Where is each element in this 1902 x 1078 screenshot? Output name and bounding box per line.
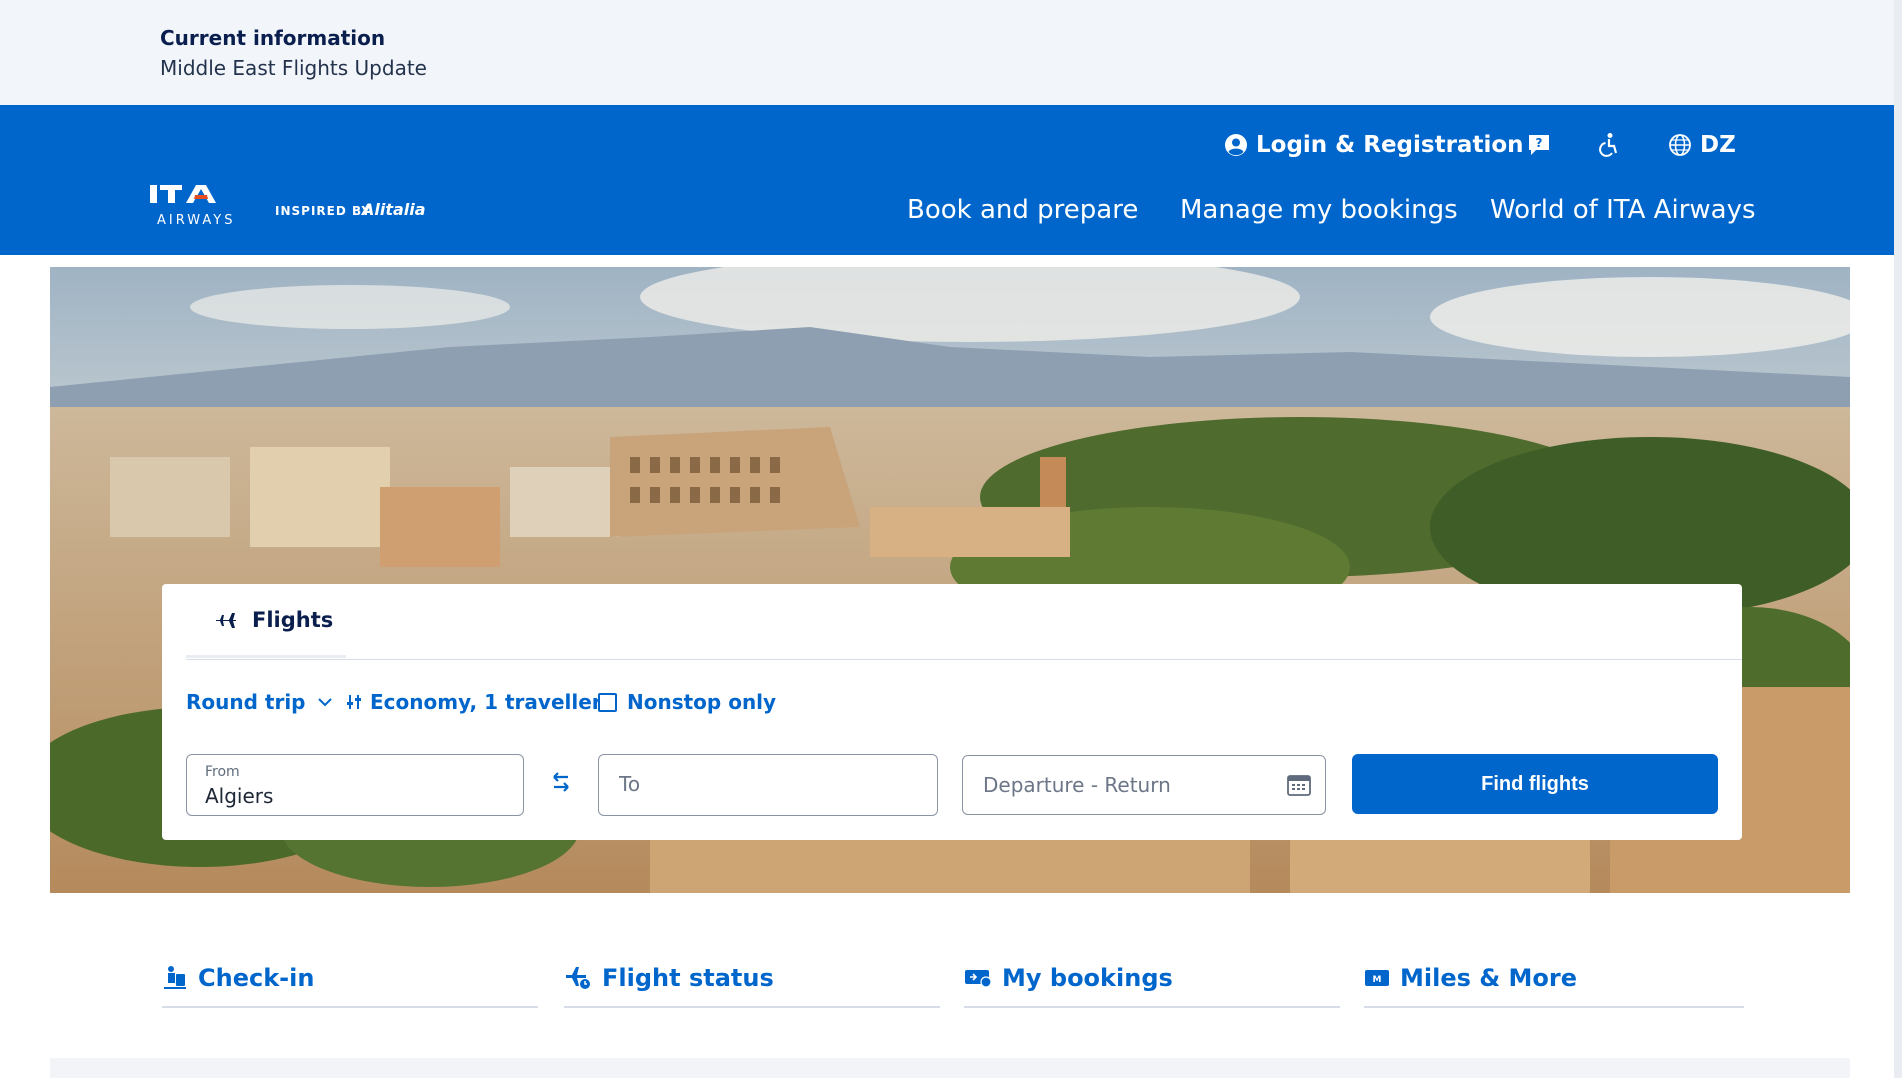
airplane-icon — [216, 612, 236, 628]
quick-link-label: My bookings — [1002, 964, 1173, 992]
login-label: Login & Registration — [1256, 132, 1524, 158]
tab-flights-label: Flights — [252, 607, 334, 632]
user-icon — [1225, 134, 1247, 156]
trip-type-dropdown[interactable]: Round trip — [186, 690, 334, 714]
tab-flights[interactable]: Flights — [186, 584, 346, 658]
flight-search-card: Flights Round trip Economy, 1 traveller … — [162, 584, 1742, 840]
cabin-travellers-selector[interactable]: Economy, 1 traveller — [346, 690, 602, 714]
login-registration[interactable]: Login & Registration — [1224, 125, 1524, 165]
cabin-travellers-label: Economy, 1 traveller — [370, 690, 602, 714]
quick-link-label: Miles & More — [1400, 964, 1578, 992]
chevron-down-icon — [317, 698, 332, 707]
nav-world-of-ita-airways[interactable]: World of ITA Airways — [1490, 195, 1756, 225]
site-header: AIRWAYS INSPIRED BY Alitalia Login & Reg… — [0, 105, 1902, 255]
logo-tagline: INSPIRED BY — [275, 204, 371, 218]
globe-icon — [1669, 134, 1691, 156]
language-selector[interactable]: DZ — [1668, 125, 1736, 165]
page-scrollbar[interactable] — [1894, 0, 1902, 1078]
from-label: From — [205, 764, 240, 780]
checkbox-box[interactable] — [598, 692, 617, 712]
accessibility-button[interactable] — [1597, 125, 1621, 165]
nav-manage-my-bookings[interactable]: Manage my bookings — [1180, 195, 1458, 225]
ita-airways-logo[interactable]: AIRWAYS INSPIRED BY Alitalia — [150, 181, 430, 229]
quick-link-check-in[interactable]: Check-in — [162, 950, 538, 1008]
ticket-icon — [965, 970, 992, 988]
calendar-icon — [1287, 775, 1311, 796]
nonstop-label: Nonstop only — [627, 690, 777, 714]
svg-text:?: ? — [1536, 136, 1543, 150]
page: Current information Middle East Flights … — [0, 0, 1902, 1078]
swap-icon[interactable] — [550, 768, 572, 796]
to-field[interactable]: To — [598, 754, 938, 816]
logo-partner: Alitalia — [360, 200, 426, 219]
quick-link-my-bookings[interactable]: My bookings — [964, 950, 1340, 1008]
to-placeholder: To — [619, 772, 641, 796]
flight-status-icon — [566, 967, 590, 989]
info-link[interactable]: Middle East Flights Update — [160, 56, 427, 80]
from-field[interactable]: From Algiers — [186, 754, 524, 816]
next-section-edge — [50, 1058, 1850, 1078]
check-in-icon — [164, 966, 186, 989]
quick-link-miles-and-more[interactable]: M Miles & More — [1364, 950, 1744, 1008]
dates-field[interactable]: Departure - Return — [962, 755, 1326, 815]
nav-book-and-prepare[interactable]: Book and prepare — [907, 195, 1138, 225]
logo-sub: AIRWAYS — [157, 213, 235, 228]
quick-link-label: Flight status — [602, 964, 774, 992]
miles-and-more-icon: M — [1365, 970, 1389, 986]
info-bar: Current information Middle East Flights … — [0, 0, 1902, 105]
from-value: Algiers — [205, 784, 274, 808]
dates-placeholder: Departure - Return — [983, 773, 1171, 797]
trip-type-label: Round trip — [186, 690, 306, 714]
quick-link-label: Check-in — [198, 964, 315, 992]
sliders-icon — [347, 695, 361, 709]
accessibility-icon — [1599, 133, 1618, 157]
find-flights-button[interactable]: Find flights — [1352, 754, 1718, 814]
svg-text:M: M — [1373, 975, 1382, 985]
chat-question-icon: ? — [1529, 135, 1549, 155]
language-code: DZ — [1700, 132, 1736, 158]
info-title: Current information — [160, 26, 386, 50]
nonstop-checkbox[interactable]: Nonstop only — [598, 690, 776, 714]
card-divider — [186, 659, 1742, 660]
help-button[interactable]: ? — [1526, 125, 1552, 165]
quick-link-flight-status[interactable]: Flight status — [564, 950, 940, 1008]
